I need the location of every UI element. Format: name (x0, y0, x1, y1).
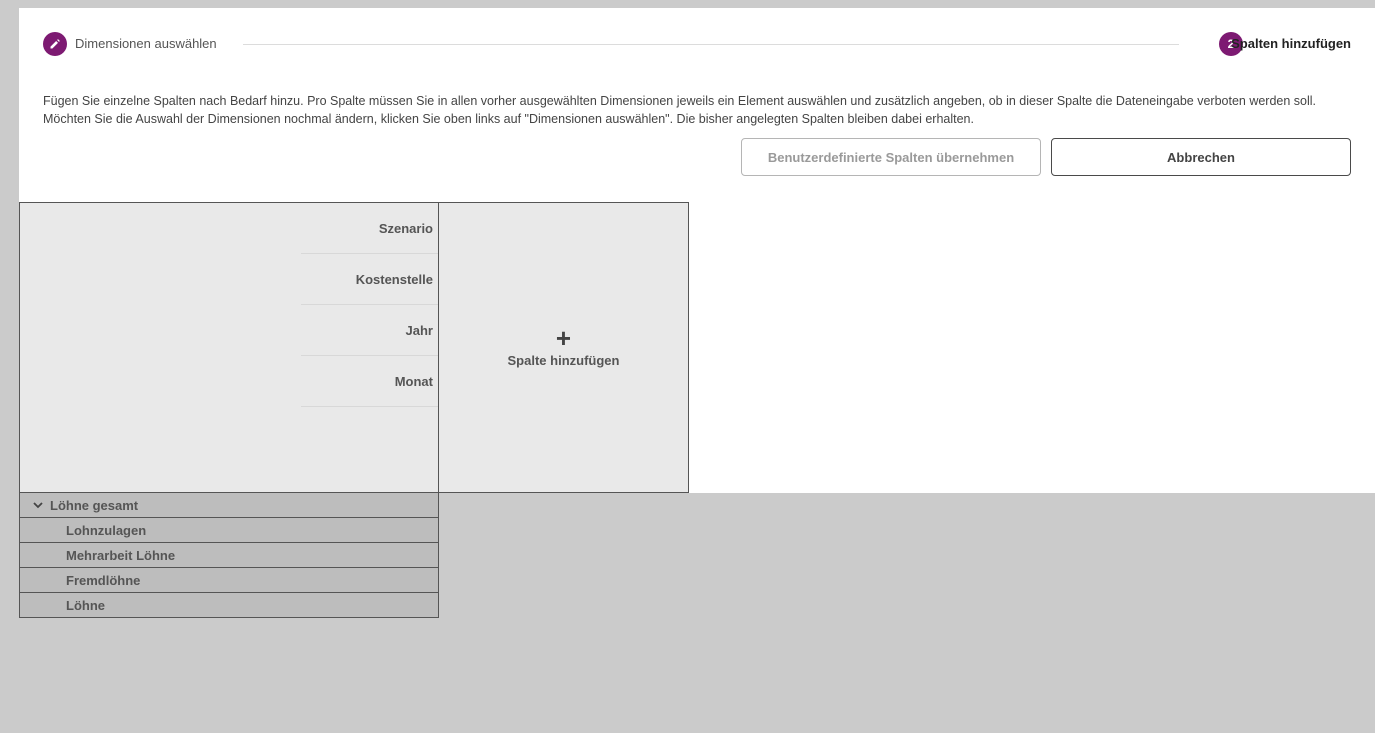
add-column-button[interactable]: + Spalte hinzufügen (438, 202, 689, 493)
cancel-button[interactable]: Abbrechen (1051, 138, 1351, 176)
row-item-label: Mehrarbeit Löhne (66, 547, 176, 563)
row-item-label: Fremdlöhne (66, 572, 141, 588)
row-item[interactable]: Lohnzulagen (19, 518, 439, 543)
step-1-label[interactable]: Dimensionen auswählen (75, 36, 217, 51)
dimension-label-szenario: Szenario (301, 203, 439, 254)
dimension-label-monat: Monat (301, 356, 439, 407)
add-column-label: Spalte hinzufügen (507, 353, 620, 368)
dimension-label-jahr: Jahr (301, 305, 439, 356)
row-item[interactable]: Mehrarbeit Löhne (19, 543, 439, 568)
instructions-text: Fügen Sie einzelne Spalten nach Bedarf h… (43, 94, 1317, 126)
wizard-panel: Dimensionen auswählen 2 Spalten hinzufüg… (19, 8, 1375, 202)
row-group-label: Löhne gesamt (50, 497, 139, 513)
dimension-header-area: Szenario Kostenstelle Jahr Monat (19, 202, 439, 493)
apply-custom-columns-button[interactable]: Benutzerdefinierte Spalten übernehmen (741, 138, 1041, 176)
empty-grid-area (689, 202, 1375, 493)
dimension-list: Szenario Kostenstelle Jahr Monat (301, 203, 439, 407)
row-item[interactable]: Fremdlöhne (19, 568, 439, 593)
step-connector (243, 44, 1179, 45)
row-tree: Löhne gesamt Lohnzulagen Mehrarbeit Löhn… (19, 492, 439, 618)
row-item[interactable]: Löhne (19, 593, 439, 618)
step-1-circle[interactable] (43, 32, 67, 56)
plus-icon: + (555, 323, 572, 353)
dimension-label-kostenstelle: Kostenstelle (301, 254, 439, 305)
step-2-label: Spalten hinzufügen (1231, 36, 1351, 51)
row-group-loehne-gesamt[interactable]: Löhne gesamt (19, 492, 439, 518)
stepper: Dimensionen auswählen 2 Spalten hinzufüg… (43, 32, 1351, 56)
row-item-label: Löhne (66, 597, 105, 613)
chevron-down-icon[interactable] (32, 499, 44, 511)
row-item-label: Lohnzulagen (66, 522, 147, 538)
pencil-icon (50, 39, 60, 49)
